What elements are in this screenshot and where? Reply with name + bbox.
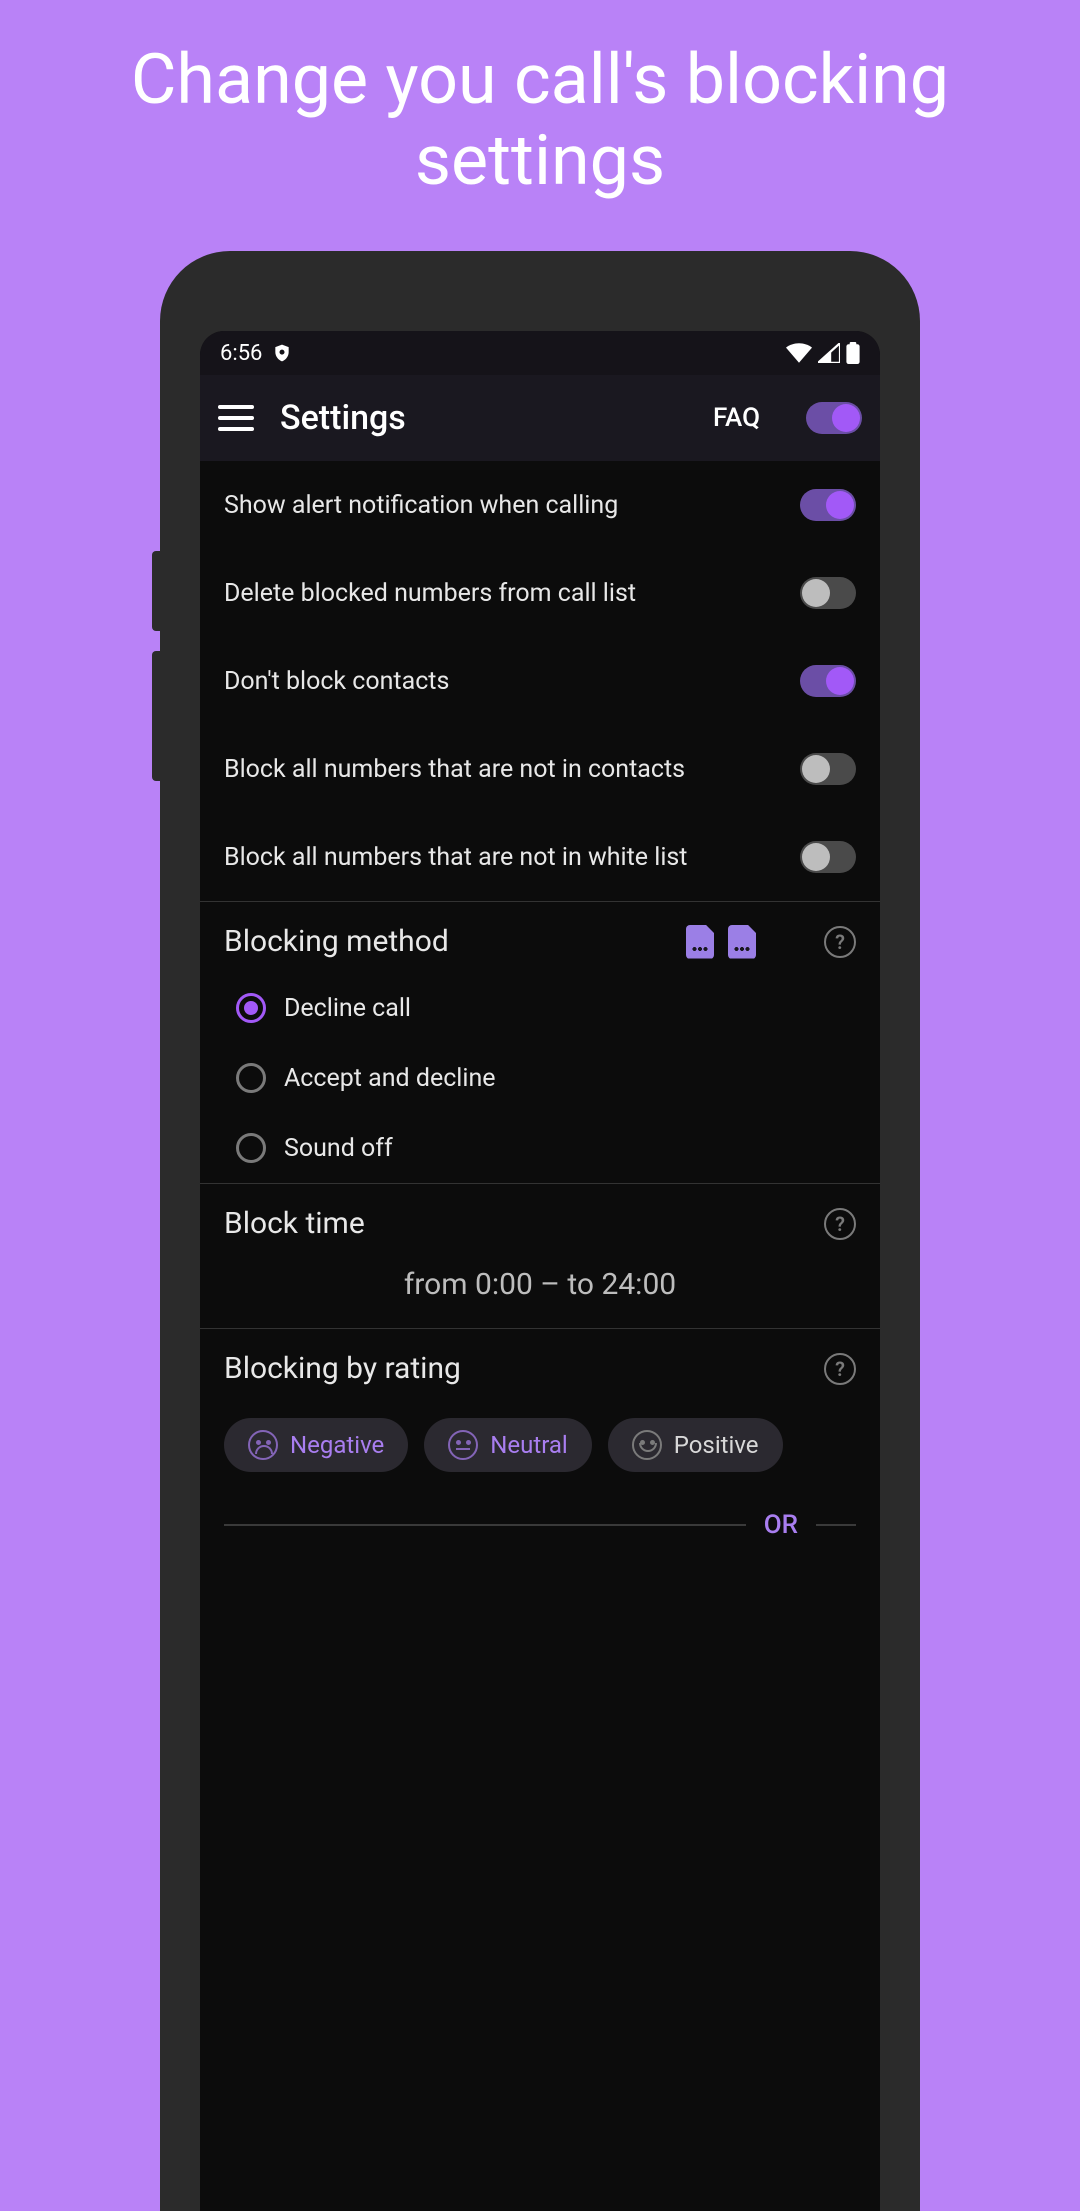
- setting-toggle[interactable]: [800, 489, 856, 521]
- section-title: Blocking by rating: [224, 1351, 810, 1386]
- face-icon: [632, 1430, 662, 1460]
- status-time: 6:56: [220, 341, 262, 366]
- promo-title: Change you call's blocking settings: [0, 0, 1080, 231]
- setting-row: Block all numbers that are not in contac…: [200, 725, 880, 813]
- rating-chip-positive[interactable]: Positive: [608, 1418, 783, 1472]
- setting-toggle[interactable]: [800, 665, 856, 697]
- master-toggle[interactable]: [806, 402, 862, 434]
- phone-side-button: [152, 651, 160, 781]
- shield-icon: [272, 342, 292, 364]
- radio-option[interactable]: Decline call: [200, 973, 880, 1043]
- battery-icon: [846, 342, 860, 364]
- section-title: Block time: [224, 1206, 810, 1241]
- sim-icon[interactable]: [686, 925, 714, 959]
- radio-label: Decline call: [284, 994, 411, 1023]
- rating-chips: Negative Neutral Positive: [200, 1400, 880, 1490]
- setting-label: Block all numbers that are not in contac…: [224, 755, 800, 784]
- help-icon[interactable]: ?: [824, 1353, 856, 1385]
- setting-label: Don't block contacts: [224, 667, 800, 696]
- setting-row: Delete blocked numbers from call list: [200, 549, 880, 637]
- setting-row: Show alert notification when calling: [200, 461, 880, 549]
- faq-button[interactable]: FAQ: [713, 403, 760, 433]
- blocking-method-header: Blocking method ?: [200, 902, 880, 973]
- section-title: Blocking method: [224, 924, 672, 959]
- radio-option[interactable]: Sound off: [200, 1113, 880, 1183]
- phone-frame: 6:56: [160, 251, 920, 2211]
- chip-label: Negative: [290, 1431, 384, 1459]
- setting-row: Don't block contacts: [200, 637, 880, 725]
- block-time-header: Block time ?: [200, 1184, 880, 1255]
- setting-label: Block all numbers that are not in white …: [224, 843, 800, 872]
- wifi-icon: [786, 343, 812, 363]
- or-divider: OR: [200, 1490, 880, 1540]
- menu-icon[interactable]: [218, 405, 254, 431]
- radio-label: Accept and decline: [284, 1064, 496, 1093]
- setting-row: Block all numbers that are not in white …: [200, 813, 880, 901]
- setting-toggle[interactable]: [800, 753, 856, 785]
- face-icon: [248, 1430, 278, 1460]
- radio-icon: [236, 1063, 266, 1093]
- chip-label: Neutral: [490, 1431, 567, 1459]
- setting-label: Delete blocked numbers from call list: [224, 579, 800, 608]
- rating-chip-neutral[interactable]: Neutral: [424, 1418, 591, 1472]
- setting-toggle[interactable]: [800, 577, 856, 609]
- radio-label: Sound off: [284, 1134, 393, 1163]
- chip-label: Positive: [674, 1431, 759, 1459]
- help-icon[interactable]: ?: [824, 1208, 856, 1240]
- rating-chip-negative[interactable]: Negative: [224, 1418, 408, 1472]
- radio-icon: [236, 1133, 266, 1163]
- help-icon[interactable]: ?: [824, 926, 856, 958]
- or-label: OR: [764, 1510, 798, 1540]
- app-bar: Settings FAQ: [200, 375, 880, 461]
- radio-option[interactable]: Accept and decline: [200, 1043, 880, 1113]
- blocking-rating-header: Blocking by rating ?: [200, 1329, 880, 1400]
- page-title: Settings: [280, 398, 687, 438]
- status-bar: 6:56: [200, 331, 880, 375]
- sim-icon[interactable]: [728, 925, 756, 959]
- setting-label: Show alert notification when calling: [224, 491, 800, 520]
- settings-content: Show alert notification when calling Dele…: [200, 461, 880, 2211]
- screen: 6:56: [200, 331, 880, 2211]
- block-time-value[interactable]: from 0:00 – to 24:00: [200, 1255, 880, 1328]
- radio-icon: [236, 993, 266, 1023]
- signal-icon: [818, 343, 840, 363]
- setting-toggle[interactable]: [800, 841, 856, 873]
- face-icon: [448, 1430, 478, 1460]
- phone-side-button: [152, 551, 160, 631]
